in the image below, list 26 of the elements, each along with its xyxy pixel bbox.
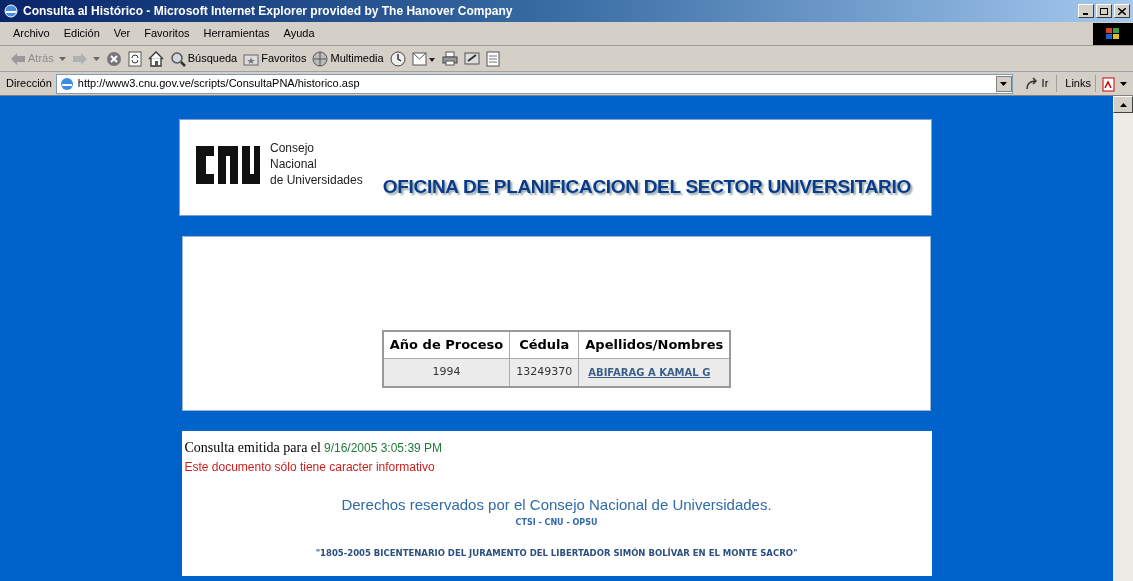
toolbar-button[interactable]: Favoritos [243, 50, 307, 67]
logo-text: Consejo [270, 140, 316, 156]
organizations-text: CTSI - CNU - OPSU [515, 516, 598, 529]
window-title: Consulta al Histórico - Microsoft Internet Explorer provided by The Hanover Company [23, 3, 514, 20]
column-header: Cédula [509, 330, 579, 359]
menu-item[interactable]: Edición [56, 25, 107, 42]
logo-text: Nacional [270, 156, 318, 172]
menu-item[interactable]: Herramientas [196, 25, 277, 42]
address-field[interactable]: http://www3.cnu.gov.ve/scripts/ConsultaPNA/historico.asp [55, 73, 1013, 94]
toolbar-button[interactable]: Búsqueda [169, 50, 238, 67]
address-label: Dirección [6, 76, 52, 92]
toolbar-button[interactable]: Multimedia [312, 50, 384, 67]
menu-item[interactable]: Archivo [6, 25, 57, 42]
notice-text: Este documento sólo tiene caracter informativo [184, 459, 436, 476]
menu-item[interactable]: Ver [106, 25, 138, 42]
menu-item[interactable]: Ayuda [276, 25, 322, 42]
rights-text: Derechos reservados por el Consejo Nacional de Universidades. [341, 495, 772, 515]
office-title: OFICINA DE PLANIFICACION DEL SECTOR UNIVERSITARIO [382, 174, 911, 199]
motto-text: "1805-2005 BICENTENARIO DEL JURAMENTO DEL LIBERTADOR SIMÓN BOLÍVAR EN EL MONTE SACRO" [315, 546, 798, 560]
links-button[interactable]: Links [1061, 75, 1096, 92]
issued-date: 9/16/2005 3:05:39 PM [323, 440, 443, 457]
column-header: Año de Proceso [382, 330, 510, 359]
logo-text: de Universidades [270, 172, 363, 188]
issued-label: Consulta emitida para el [184, 439, 321, 457]
menu-item[interactable]: Favoritos [137, 25, 197, 42]
go-button[interactable]: Ir [1016, 75, 1058, 92]
